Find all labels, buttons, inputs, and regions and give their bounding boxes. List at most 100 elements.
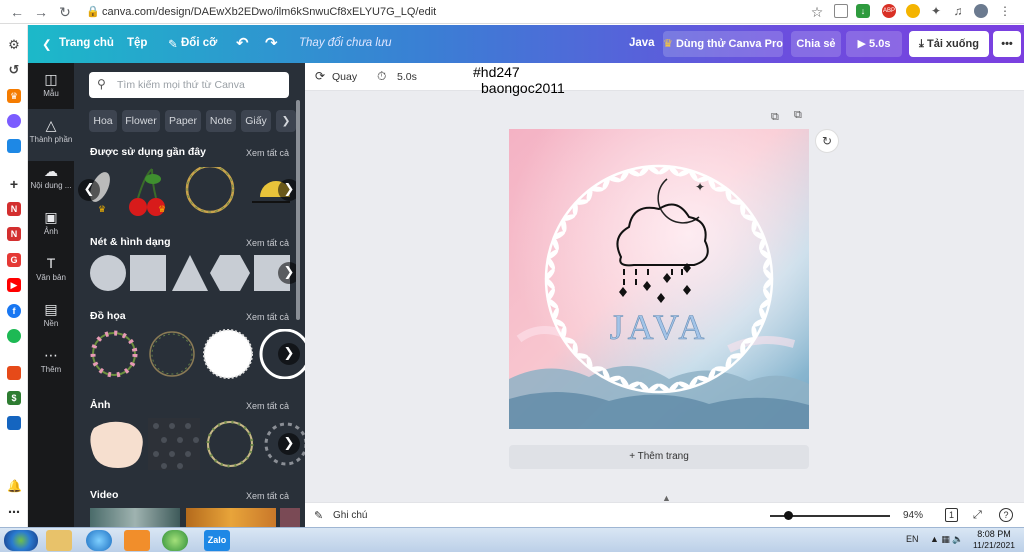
chip-flower[interactable]: Flower xyxy=(122,110,160,132)
tiki-icon[interactable] xyxy=(7,416,21,430)
duplicate-page-icon[interactable]: ⧉ xyxy=(771,111,779,124)
zoom-percentage[interactable]: 94% xyxy=(903,510,923,521)
undo-icon[interactable]: ↶ xyxy=(236,34,249,52)
shapes-row[interactable] xyxy=(90,255,305,291)
resize-menu[interactable]: Đổi cỡ xyxy=(181,37,217,49)
graphics-row[interactable] xyxy=(90,329,305,379)
bookmark-star-icon[interactable]: ☆ xyxy=(808,3,826,21)
see-all-shapes[interactable]: Xem tất cả xyxy=(246,238,289,248)
try-pro-button[interactable]: ♛ Dùng thử Canva Pro xyxy=(663,31,783,57)
recent-thumbnails[interactable] xyxy=(90,164,296,217)
row-next-icon[interactable]: ❯ xyxy=(278,343,300,365)
design-artwork: ✦ JAVA xyxy=(509,129,809,429)
reload-icon[interactable]: ↻ xyxy=(56,3,74,21)
profile-avatar[interactable] xyxy=(974,4,988,18)
news-n-icon[interactable]: N xyxy=(7,202,21,216)
panel-scrollbar[interactable] xyxy=(296,100,300,320)
more-options-button[interactable]: ••• xyxy=(993,31,1021,57)
download-button[interactable]: ⤓ Tải xuống xyxy=(909,31,989,57)
see-all-graphics[interactable]: Xem tất cả xyxy=(246,312,289,322)
crown-app-icon[interactable]: ♛ xyxy=(7,89,21,103)
chip-giay[interactable]: Giấy xyxy=(241,110,271,132)
see-all-photos[interactable]: Xem tất cả xyxy=(246,401,289,411)
facebook-icon[interactable]: f xyxy=(7,304,21,318)
fullscreen-icon[interactable]: ⤢ xyxy=(973,509,982,522)
download-extension-icon[interactable]: ↓ xyxy=(856,4,870,18)
color-extension-icon[interactable] xyxy=(906,4,920,18)
spotify-icon[interactable] xyxy=(7,329,21,343)
pro-crown-icon: ♛ xyxy=(158,204,167,214)
extensions-puzzle-icon[interactable]: ✦ xyxy=(929,4,943,18)
duration-label[interactable]: 5.0s xyxy=(397,71,417,83)
messenger-icon[interactable] xyxy=(7,114,21,128)
zalo-app-icon[interactable]: Zalo xyxy=(204,530,230,551)
news-n2-icon[interactable]: N xyxy=(7,227,21,241)
rotate-icon[interactable]: ⟳ xyxy=(315,69,325,83)
home-chevron-icon[interactable]: ❮ xyxy=(42,37,52,51)
timer-icon[interactable]: ⏱ xyxy=(377,69,386,84)
home-link[interactable]: Trang chủ xyxy=(59,37,114,49)
sidebar-more-icon[interactable]: ⋯ xyxy=(7,505,21,519)
adblock-icon[interactable]: ABP xyxy=(882,4,896,18)
row-prev-icon[interactable]: ❮ xyxy=(78,179,100,201)
back-icon[interactable]: ← xyxy=(8,3,26,21)
row-next-icon[interactable]: ❯ xyxy=(278,433,300,455)
youtube-icon[interactable]: ▶ xyxy=(7,278,21,292)
shop-icon[interactable]: $ xyxy=(7,391,21,405)
photos-row[interactable] xyxy=(90,418,305,470)
media-player-icon[interactable] xyxy=(124,530,150,551)
redo-icon[interactable]: ↷ xyxy=(265,34,278,52)
watermark-text: #hd247 baongoc2011 xyxy=(473,64,565,96)
zoom-slider-handle[interactable] xyxy=(784,511,793,520)
forward-icon[interactable]: → xyxy=(32,3,50,21)
add-app-icon[interactable]: + xyxy=(7,177,21,191)
nav-more[interactable]: ⋯ Thêm xyxy=(28,339,74,391)
url-text[interactable]: canva.com/design/DAEwXb2EDwo/ilm6kSnwuCf… xyxy=(102,6,436,18)
file-explorer-icon[interactable] xyxy=(46,530,72,551)
nav-templates[interactable]: ◫ Mẫu xyxy=(28,63,74,115)
refresh-icon[interactable]: ↻ xyxy=(815,129,839,153)
language-indicator[interactable]: EN xyxy=(906,534,919,544)
see-all-recent[interactable]: Xem tất cả xyxy=(246,148,289,158)
design-canvas[interactable]: ✦ JAVA xyxy=(509,129,809,429)
shield-extension-icon[interactable] xyxy=(834,4,848,18)
internet-explorer-icon[interactable] xyxy=(86,530,112,551)
nav-text[interactable]: T Văn bản xyxy=(28,247,74,299)
rotate-label[interactable]: Quay xyxy=(332,71,357,83)
zalo-sidebar-icon[interactable] xyxy=(7,139,21,153)
nav-elements[interactable]: △ Thành phần xyxy=(28,109,74,161)
video-thumbnail[interactable] xyxy=(280,508,300,527)
media-icon[interactable]: ♫ xyxy=(951,4,965,18)
page-count[interactable]: 1 xyxy=(945,508,958,522)
see-all-video[interactable]: Xem tất cả xyxy=(246,491,289,501)
g-app-icon[interactable]: G xyxy=(7,253,21,267)
bell-icon[interactable]: 🔔 xyxy=(7,479,22,493)
chip-paper[interactable]: Paper xyxy=(165,110,201,132)
chips-next-icon[interactable]: ❯ xyxy=(276,110,296,132)
address-bar[interactable]: 🔒 canva.com/design/DAEwXb2EDwo/ilm6kSnwu… xyxy=(80,2,820,22)
settings-gear-icon[interactable]: ⚙ xyxy=(7,38,21,52)
sale-1212-icon[interactable] xyxy=(7,366,21,380)
notes-icon[interactable]: ✎ xyxy=(314,509,323,522)
add-page-button[interactable]: + Thêm trang xyxy=(509,445,809,469)
play-button[interactable]: ▶ 5.0s xyxy=(846,31,902,57)
elements-search-input[interactable]: ⚲ Tìm kiếm mọi thứ từ Canva xyxy=(89,72,289,98)
file-menu[interactable]: Tệp xyxy=(127,37,147,49)
browser-app-icon[interactable] xyxy=(162,530,188,551)
browser-menu-icon[interactable]: ⋮ xyxy=(998,4,1012,18)
design-title[interactable]: Java xyxy=(629,37,655,49)
nav-photos[interactable]: ▣ Ảnh xyxy=(28,201,74,253)
notes-button[interactable]: Ghi chú xyxy=(333,510,367,521)
video-thumbnail[interactable] xyxy=(90,508,180,527)
chip-hoa[interactable]: Hoa xyxy=(89,110,117,132)
nav-background[interactable]: ▤ Nền xyxy=(28,293,74,345)
chip-note[interactable]: Note xyxy=(206,110,236,132)
tray-icons[interactable]: ▲ ▦ 🔈 xyxy=(930,534,964,545)
help-button[interactable]: ? xyxy=(999,508,1013,522)
add-page-icon[interactable]: ⧉ xyxy=(794,109,802,122)
nav-uploads[interactable]: ☁ Nội dung ... xyxy=(28,155,74,207)
video-thumbnail[interactable] xyxy=(186,508,276,527)
start-button[interactable] xyxy=(4,530,38,551)
share-button[interactable]: Chia sẻ xyxy=(791,31,841,57)
history-icon[interactable]: ↺ xyxy=(7,63,21,77)
